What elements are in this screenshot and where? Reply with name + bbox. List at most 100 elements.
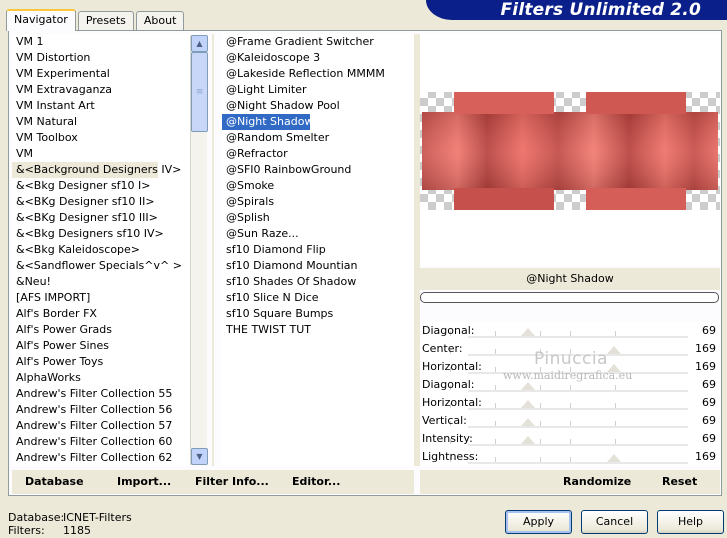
category-item[interactable]: Andrew's Filter Collection 62 [12, 450, 190, 466]
parameter-row: Vertical: 69 [420, 412, 720, 430]
tab-about[interactable]: About [135, 11, 185, 30]
preview-area [420, 34, 720, 266]
category-item[interactable]: &<Bkg Designers sf10 IV> [12, 226, 190, 242]
watermark-url: www.maidiregrafica.eu [503, 369, 633, 382]
slider-handle[interactable] [520, 418, 535, 426]
filter-info-link[interactable]: Filter Info... [195, 474, 269, 490]
watermark: Pinuccia [534, 349, 608, 369]
category-item[interactable]: Alf's Power Grads [12, 322, 190, 338]
filter-item[interactable]: @Splish [222, 210, 414, 226]
scroll-down-icon[interactable]: ▼ [191, 448, 208, 465]
parameter-value: 169 [695, 450, 716, 463]
slider-track[interactable] [468, 426, 688, 428]
category-list[interactable]: VM 1 VM Distortion VM Experimental VM Extra… [12, 34, 190, 466]
app-title: Filters Unlimited 2.0 [500, 0, 701, 20]
category-item[interactable]: &<Sandflower Specials^v^ > [12, 258, 190, 274]
category-item[interactable]: Andrew's Filter Collection 56 [12, 402, 190, 418]
scroll-thumb[interactable]: ≡ [191, 52, 208, 132]
cancel-button[interactable]: Cancel [581, 510, 648, 534]
slider-handle[interactable] [520, 436, 535, 444]
slider-handle[interactable] [520, 382, 535, 390]
tab-navigator[interactable]: Navigator [6, 9, 76, 31]
filter-item[interactable]: @Frame Gradient Switcher [222, 34, 414, 50]
filter-item[interactable]: sf10 Slice N Dice [222, 290, 414, 306]
category-item[interactable]: Alf's Power Toys [12, 354, 190, 370]
category-item[interactable]: VM Instant Art [12, 98, 190, 114]
parameter-value: 69 [702, 396, 716, 409]
database-value: ICNET-Filters [63, 511, 132, 524]
help-button[interactable]: Help [657, 510, 724, 534]
slider-track[interactable] [468, 408, 688, 410]
randomize-link[interactable]: Randomize [563, 474, 631, 490]
category-item[interactable]: Andrew's Filter Collection 57 [12, 418, 190, 434]
category-item[interactable]: &<Bkg Kaleidoscope> [12, 242, 190, 258]
category-item[interactable]: Alf's Border FX [12, 306, 190, 322]
category-item[interactable]: &<Bkg Designer sf10 I> [12, 178, 190, 194]
category-item[interactable]: &Neu! [12, 274, 190, 290]
filter-item[interactable]: @Refractor [222, 146, 414, 162]
database-label: Database: [8, 511, 65, 524]
category-item[interactable]: &<BKg Designer sf10 III> [12, 210, 190, 226]
editor-link[interactable]: Editor... [292, 474, 340, 490]
category-item[interactable]: VM Toolbox [12, 130, 190, 146]
parameter-label: Intensity: [422, 432, 473, 445]
filter-item[interactable]: sf10 Shades Of Shadow [222, 274, 414, 290]
database-link[interactable]: Database [25, 474, 84, 490]
filter-item[interactable]: @Light Limiter [222, 82, 414, 98]
slider-handle[interactable] [520, 400, 535, 408]
parameter-label: Horizontal: [422, 396, 482, 409]
import-link[interactable]: Import... [117, 474, 171, 490]
parameter-value: 69 [702, 432, 716, 445]
slider-track[interactable] [468, 336, 688, 338]
progress-bar [420, 292, 719, 303]
category-scrollbar[interactable]: ▲ ≡ ▼ [190, 35, 208, 465]
parameter-row: Diagonal: 69 [420, 322, 720, 340]
parameter-row: Horizontal: 69 [420, 394, 720, 412]
category-item[interactable]: VM Extravaganza [12, 82, 190, 98]
parameter-row: Intensity: 69 [420, 430, 720, 448]
apply-button[interactable]: Apply [505, 510, 572, 534]
tab-presets[interactable]: Presets [77, 11, 134, 30]
parameter-label: Diagonal: [422, 378, 475, 391]
slider-handle[interactable] [606, 454, 621, 462]
filter-item[interactable]: @SFI0 RainbowGround [222, 162, 414, 178]
filter-item[interactable]: @Smoke [222, 178, 414, 194]
reset-link[interactable]: Reset [662, 474, 697, 490]
filter-item[interactable]: @Lakeside Reflection MMMM [222, 66, 414, 82]
slider-track[interactable] [468, 462, 688, 464]
filter-item[interactable]: THE TWIST TUT [222, 322, 414, 338]
category-item[interactable]: Andrew's Filter Collection 55 [12, 386, 190, 402]
filter-list[interactable]: @Frame Gradient Switcher @Kaleidoscope 3 @… [222, 34, 414, 466]
category-item[interactable]: &<Background Designers IV> [12, 162, 181, 178]
slider-handle[interactable] [606, 346, 621, 354]
parameter-label: Diagonal: [422, 324, 475, 337]
filters-info: Filters: 1185 [8, 524, 91, 537]
category-item[interactable]: AlphaWorks [12, 370, 190, 386]
filters-label: Filters: [8, 524, 45, 537]
category-item[interactable]: Andrew's Filter Collection 60 [12, 434, 190, 450]
category-item[interactable]: VM 1 [12, 34, 190, 50]
category-item[interactable]: [AFS IMPORT] [12, 290, 190, 306]
filter-item[interactable]: @Random Smelter [222, 130, 414, 146]
category-item[interactable]: VM Experimental [12, 66, 190, 82]
filter-item[interactable]: sf10 Square Bumps [222, 306, 414, 322]
filters-unlimited-window: { "banner": { "title": "Filters Unlimite… [0, 0, 727, 538]
parameter-value: 69 [702, 378, 716, 391]
filter-item[interactable]: sf10 Diamond Mountian [222, 258, 414, 274]
category-item[interactable]: VM Distortion [12, 50, 190, 66]
scroll-up-icon[interactable]: ▲ [191, 35, 208, 52]
filter-item[interactable]: @Night Shadow [222, 114, 313, 130]
filter-item[interactable]: sf10 Diamond Flip [222, 242, 414, 258]
filter-item[interactable]: @Sun Raze... [222, 226, 414, 242]
category-item[interactable]: &<BKg Designer sf10 II> [12, 194, 190, 210]
category-item[interactable]: Alf's Power Sines [12, 338, 190, 354]
category-item[interactable]: VM [12, 146, 190, 162]
slider-track[interactable] [468, 390, 688, 392]
parameter-value: 69 [702, 414, 716, 427]
slider-handle[interactable] [520, 328, 535, 336]
filter-item[interactable]: @Kaleidoscope 3 [222, 50, 414, 66]
slider-track[interactable] [468, 444, 688, 446]
filter-item[interactable]: @Night Shadow Pool [222, 98, 414, 114]
filter-item[interactable]: @Spirals [222, 194, 414, 210]
category-item[interactable]: VM Natural [12, 114, 190, 130]
